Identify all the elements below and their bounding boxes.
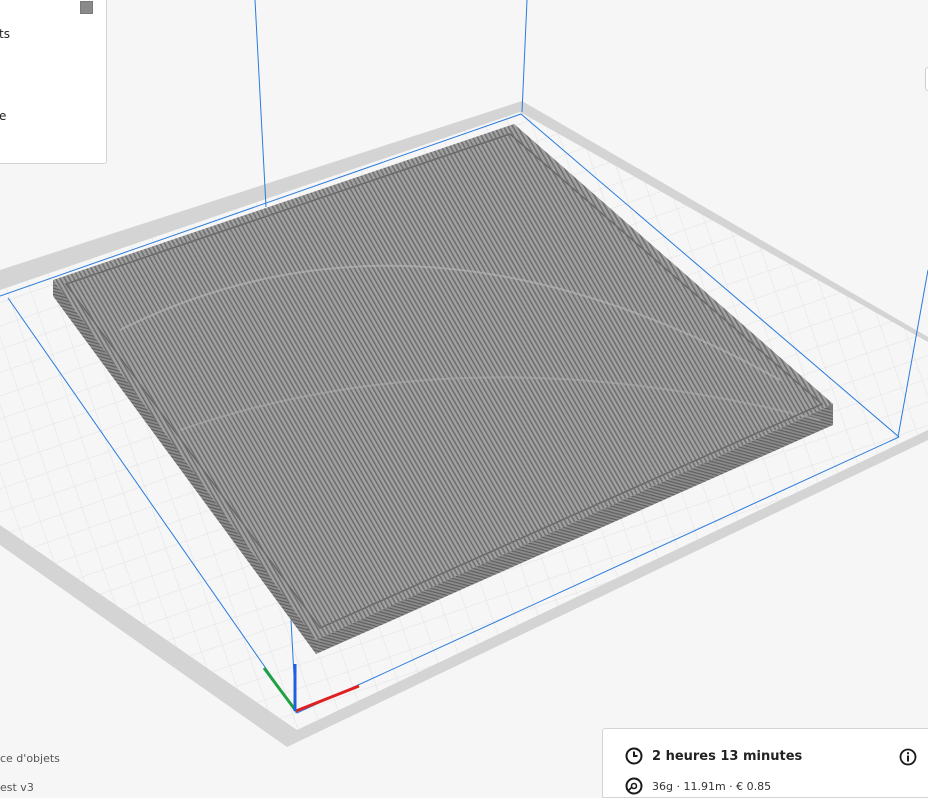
print-estimate-panel: 2 heures 13 minutes 36g · 11.91m · € 0.8… <box>602 728 928 798</box>
object-name: est v3 <box>0 781 34 794</box>
legend-item-label: e <box>0 109 7 123</box>
print-time: 2 heures 13 minutes <box>652 748 803 764</box>
legend-item-label: ts <box>0 27 10 41</box>
clock-icon <box>625 747 643 765</box>
info-icon[interactable] <box>899 748 917 766</box>
spool-icon <box>625 777 643 795</box>
legend-color-swatch[interactable] <box>80 1 93 14</box>
3d-viewport[interactable] <box>0 0 928 793</box>
color-scheme-legend: ts e <box>0 0 107 164</box>
material-row: 36g · 11.91m · € 0.85 <box>625 777 771 795</box>
print-time-row: 2 heures 13 minutes <box>625 747 802 765</box>
build-plate-scene <box>0 0 928 747</box>
material-estimate: 36g · 11.91m · € 0.85 <box>652 779 772 793</box>
object-list-label[interactable]: ce d'objets <box>0 752 60 765</box>
